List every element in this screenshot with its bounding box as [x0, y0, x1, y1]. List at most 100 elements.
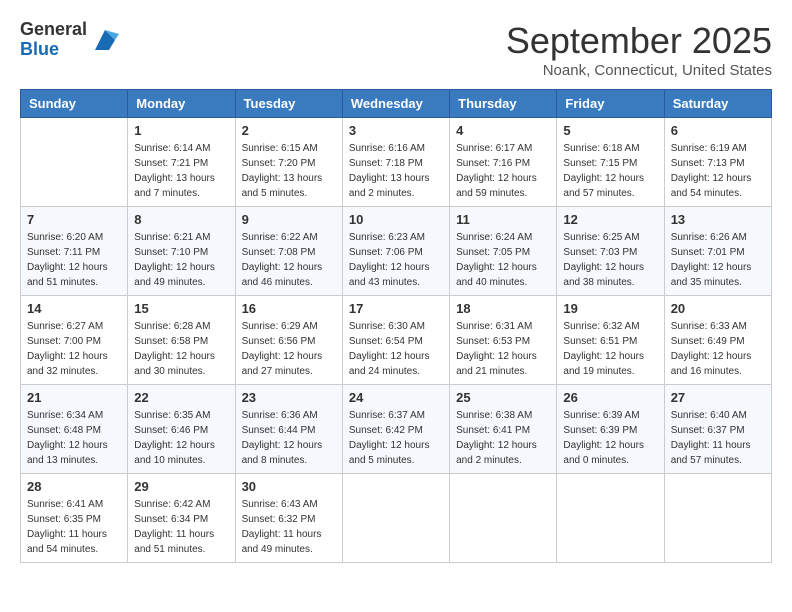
day-info: Sunrise: 6:16 AM Sunset: 7:18 PM Dayligh… [349, 141, 443, 201]
calendar-cell [21, 118, 128, 207]
day-info: Sunrise: 6:20 AM Sunset: 7:11 PM Dayligh… [27, 230, 121, 290]
day-info: Sunrise: 6:25 AM Sunset: 7:03 PM Dayligh… [563, 230, 657, 290]
calendar-cell: 2 Sunrise: 6:15 AM Sunset: 7:20 PM Daylig… [235, 118, 342, 207]
weekday-header: Monday [128, 90, 235, 118]
day-number: 25 [456, 390, 550, 405]
day-number: 30 [242, 479, 336, 494]
calendar-cell: 16Sunrise: 6:29 AM Sunset: 6:56 PM Dayli… [235, 296, 342, 385]
day-number: 18 [456, 301, 550, 316]
calendar-cell: 7 Sunrise: 6:20 AM Sunset: 7:11 PM Daylig… [21, 207, 128, 296]
calendar-cell: 18 Sunrise: 6:31 AM Sunset: 6:53 PM Dayli… [450, 296, 557, 385]
day-number: 21 [27, 390, 121, 405]
day-info: Sunrise: 6:18 AM Sunset: 7:15 PM Dayligh… [563, 141, 657, 201]
day-info: Sunrise: 6:32 AM Sunset: 6:51 PM Dayligh… [563, 319, 657, 379]
calendar-cell: 19Sunrise: 6:32 AM Sunset: 6:51 PM Dayli… [557, 296, 664, 385]
day-info: Sunrise: 6:34 AM Sunset: 6:48 PM Dayligh… [27, 408, 121, 468]
day-number: 13 [671, 212, 765, 227]
calendar-cell [664, 474, 771, 563]
calendar-cell [557, 474, 664, 563]
day-info: Sunrise: 6:23 AM Sunset: 7:06 PM Dayligh… [349, 230, 443, 290]
day-number: 2 [242, 123, 336, 138]
calendar-cell: 13Sunrise: 6:26 AM Sunset: 7:01 PM Dayli… [664, 207, 771, 296]
day-number: 15 [134, 301, 228, 316]
day-info: Sunrise: 6:41 AM Sunset: 6:35 PM Dayligh… [27, 497, 121, 557]
calendar-cell: 12 Sunrise: 6:25 AM Sunset: 7:03 PM Dayli… [557, 207, 664, 296]
day-info: Sunrise: 6:35 AM Sunset: 6:46 PM Dayligh… [134, 408, 228, 468]
calendar-cell: 28Sunrise: 6:41 AM Sunset: 6:35 PM Dayli… [21, 474, 128, 563]
day-number: 22 [134, 390, 228, 405]
calendar-header-row: SundayMondayTuesdayWednesdayThursdayFrid… [21, 90, 772, 118]
calendar-cell [450, 474, 557, 563]
day-info: Sunrise: 6:39 AM Sunset: 6:39 PM Dayligh… [563, 408, 657, 468]
day-number: 5 [563, 123, 657, 138]
calendar-cell: 22 Sunrise: 6:35 AM Sunset: 6:46 PM Dayli… [128, 385, 235, 474]
calendar-cell: 29 Sunrise: 6:42 AM Sunset: 6:34 PM Dayli… [128, 474, 235, 563]
calendar-cell: 25 Sunrise: 6:38 AM Sunset: 6:41 PM Dayli… [450, 385, 557, 474]
day-info: Sunrise: 6:24 AM Sunset: 7:05 PM Dayligh… [456, 230, 550, 290]
day-number: 29 [134, 479, 228, 494]
calendar-cell: 26 Sunrise: 6:39 AM Sunset: 6:39 PM Dayli… [557, 385, 664, 474]
weekday-header: Sunday [21, 90, 128, 118]
day-info: Sunrise: 6:27 AM Sunset: 7:00 PM Dayligh… [27, 319, 121, 379]
day-info: Sunrise: 6:17 AM Sunset: 7:16 PM Dayligh… [456, 141, 550, 201]
day-info: Sunrise: 6:37 AM Sunset: 6:42 PM Dayligh… [349, 408, 443, 468]
day-info: Sunrise: 6:28 AM Sunset: 6:58 PM Dayligh… [134, 319, 228, 379]
day-number: 11 [456, 212, 550, 227]
day-number: 1 [134, 123, 228, 138]
calendar-cell: 15 Sunrise: 6:28 AM Sunset: 6:58 PM Dayli… [128, 296, 235, 385]
day-number: 12 [563, 212, 657, 227]
calendar-cell [342, 474, 449, 563]
calendar-cell: 9Sunrise: 6:22 AM Sunset: 7:08 PM Daylig… [235, 207, 342, 296]
calendar-week-row: 28Sunrise: 6:41 AM Sunset: 6:35 PM Dayli… [21, 474, 772, 563]
calendar-cell: 5 Sunrise: 6:18 AM Sunset: 7:15 PM Daylig… [557, 118, 664, 207]
day-number: 23 [242, 390, 336, 405]
day-number: 26 [563, 390, 657, 405]
weekday-header: Tuesday [235, 90, 342, 118]
day-number: 17 [349, 301, 443, 316]
day-info: Sunrise: 6:21 AM Sunset: 7:10 PM Dayligh… [134, 230, 228, 290]
day-number: 14 [27, 301, 121, 316]
day-number: 4 [456, 123, 550, 138]
page-header: General Blue September 2025 Noank, Conne… [20, 20, 772, 79]
day-info: Sunrise: 6:15 AM Sunset: 7:20 PM Dayligh… [242, 141, 336, 201]
day-info: Sunrise: 6:19 AM Sunset: 7:13 PM Dayligh… [671, 141, 765, 201]
calendar-week-row: 1Sunrise: 6:14 AM Sunset: 7:21 PM Daylig… [21, 118, 772, 207]
calendar-week-row: 7 Sunrise: 6:20 AM Sunset: 7:11 PM Daylig… [21, 207, 772, 296]
calendar-week-row: 21 Sunrise: 6:34 AM Sunset: 6:48 PM Dayli… [21, 385, 772, 474]
calendar-cell: 11 Sunrise: 6:24 AM Sunset: 7:05 PM Dayli… [450, 207, 557, 296]
title-block: September 2025 Noank, Connecticut, Unite… [506, 20, 772, 79]
day-info: Sunrise: 6:33 AM Sunset: 6:49 PM Dayligh… [671, 319, 765, 379]
day-number: 3 [349, 123, 443, 138]
calendar-cell: 17 Sunrise: 6:30 AM Sunset: 6:54 PM Dayli… [342, 296, 449, 385]
day-info: Sunrise: 6:38 AM Sunset: 6:41 PM Dayligh… [456, 408, 550, 468]
day-number: 27 [671, 390, 765, 405]
calendar-cell: 24Sunrise: 6:37 AM Sunset: 6:42 PM Dayli… [342, 385, 449, 474]
calendar-cell: 20Sunrise: 6:33 AM Sunset: 6:49 PM Dayli… [664, 296, 771, 385]
calendar-cell: 6Sunrise: 6:19 AM Sunset: 7:13 PM Daylig… [664, 118, 771, 207]
day-info: Sunrise: 6:40 AM Sunset: 6:37 PM Dayligh… [671, 408, 765, 468]
calendar-cell: 30 Sunrise: 6:43 AM Sunset: 6:32 PM Dayli… [235, 474, 342, 563]
day-info: Sunrise: 6:29 AM Sunset: 6:56 PM Dayligh… [242, 319, 336, 379]
calendar-cell: 3 Sunrise: 6:16 AM Sunset: 7:18 PM Daylig… [342, 118, 449, 207]
calendar-cell: 21 Sunrise: 6:34 AM Sunset: 6:48 PM Dayli… [21, 385, 128, 474]
day-info: Sunrise: 6:43 AM Sunset: 6:32 PM Dayligh… [242, 497, 336, 557]
location-text: Noank, Connecticut, United States [506, 62, 772, 79]
calendar-cell: 10Sunrise: 6:23 AM Sunset: 7:06 PM Dayli… [342, 207, 449, 296]
weekday-header: Friday [557, 90, 664, 118]
logo: General Blue [20, 20, 119, 60]
day-info: Sunrise: 6:36 AM Sunset: 6:44 PM Dayligh… [242, 408, 336, 468]
day-info: Sunrise: 6:42 AM Sunset: 6:34 PM Dayligh… [134, 497, 228, 557]
calendar-cell: 14 Sunrise: 6:27 AM Sunset: 7:00 PM Dayli… [21, 296, 128, 385]
logo-icon [91, 26, 119, 54]
day-number: 7 [27, 212, 121, 227]
day-number: 8 [134, 212, 228, 227]
day-info: Sunrise: 6:31 AM Sunset: 6:53 PM Dayligh… [456, 319, 550, 379]
logo-general-text: General [20, 20, 87, 40]
weekday-header: Saturday [664, 90, 771, 118]
day-info: Sunrise: 6:30 AM Sunset: 6:54 PM Dayligh… [349, 319, 443, 379]
calendar-table: SundayMondayTuesdayWednesdayThursdayFrid… [20, 89, 772, 563]
weekday-header: Thursday [450, 90, 557, 118]
month-title: September 2025 [506, 20, 772, 62]
day-number: 9 [242, 212, 336, 227]
calendar-cell: 4 Sunrise: 6:17 AM Sunset: 7:16 PM Daylig… [450, 118, 557, 207]
